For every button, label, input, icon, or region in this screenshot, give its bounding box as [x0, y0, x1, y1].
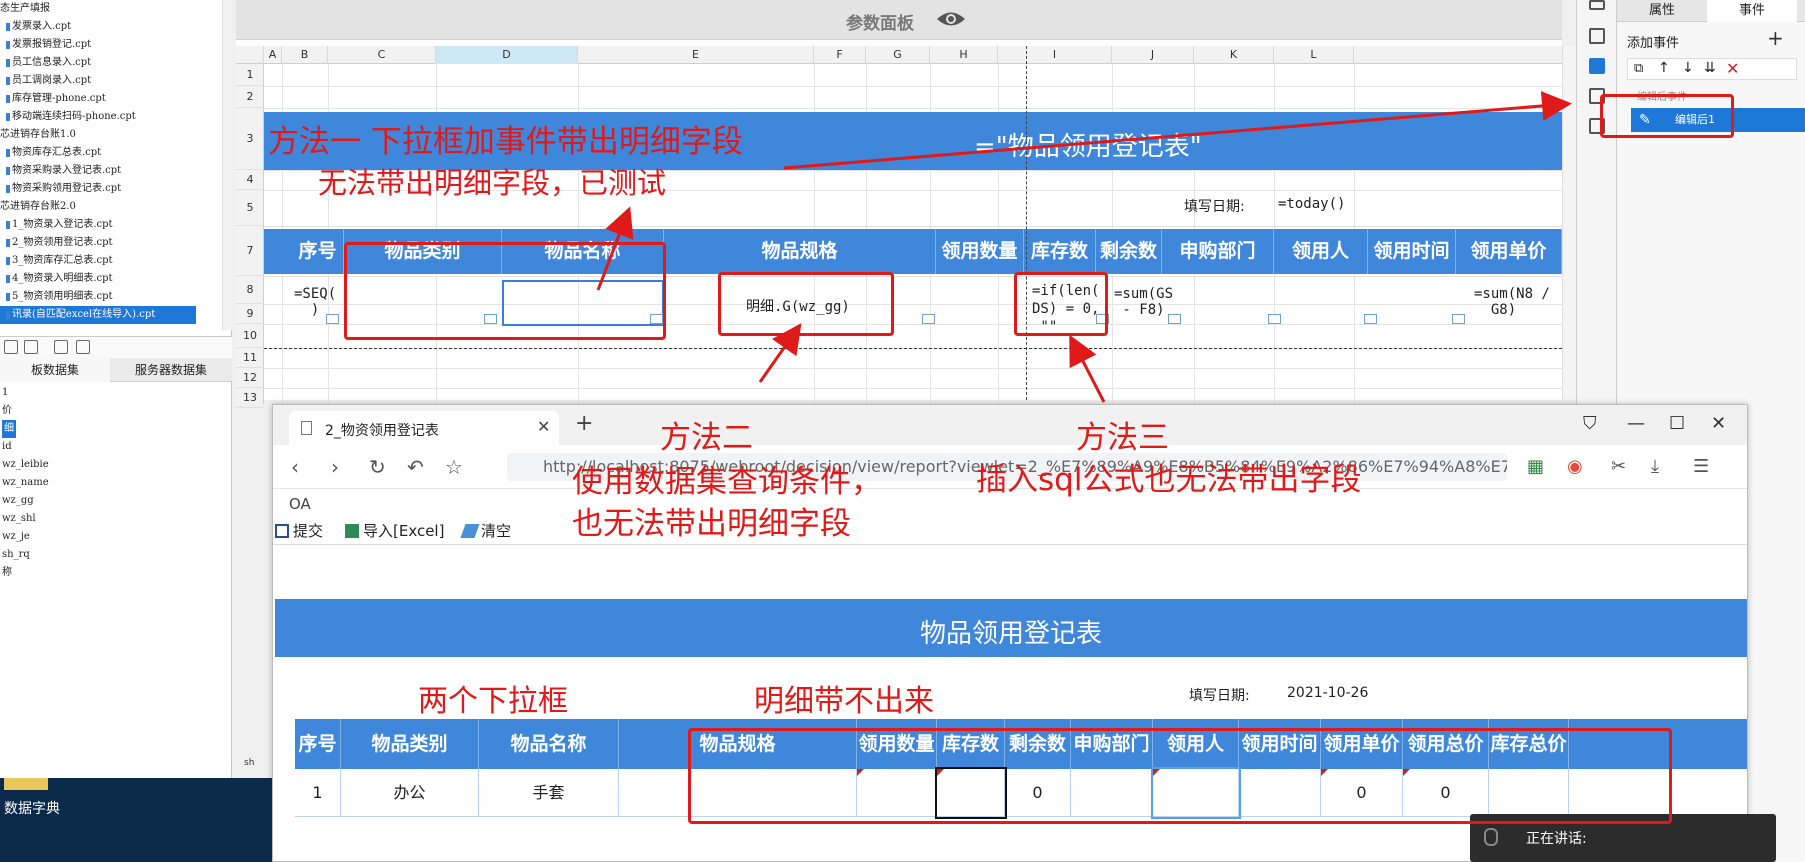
annotation-box-detail	[688, 728, 1672, 824]
annotation-method1-note: 无法带出明细字段，已测试	[318, 166, 667, 200]
annotation-method2-line2: 也无法带出明细字段	[572, 506, 851, 542]
annotation-method2-title: 方法二	[660, 420, 753, 456]
arrow-to-spec-cell	[758, 323, 802, 383]
annotation-method3-line1: 插入sql公式也无法带出字段	[976, 462, 1362, 498]
annotation-box-dropdowns	[344, 242, 666, 340]
annotation-dropdowns-note: 两个下拉框	[418, 684, 568, 719]
annotation-detail-note: 明细带不出来	[754, 684, 934, 719]
annotation-box-spec	[718, 272, 894, 336]
annotation-method1-title: 方法一 下拉框加事件带出明细字段	[268, 124, 743, 160]
annotation-box-stock	[1014, 272, 1108, 336]
arrow-to-event-panel	[783, 91, 1572, 170]
annotation-method3-title: 方法三	[1076, 420, 1169, 456]
arrow-to-stock-cell	[1069, 334, 1106, 403]
annotation-box-event	[1600, 94, 1734, 138]
annotation-method2-line1: 使用数据集查询条件，	[572, 464, 882, 500]
